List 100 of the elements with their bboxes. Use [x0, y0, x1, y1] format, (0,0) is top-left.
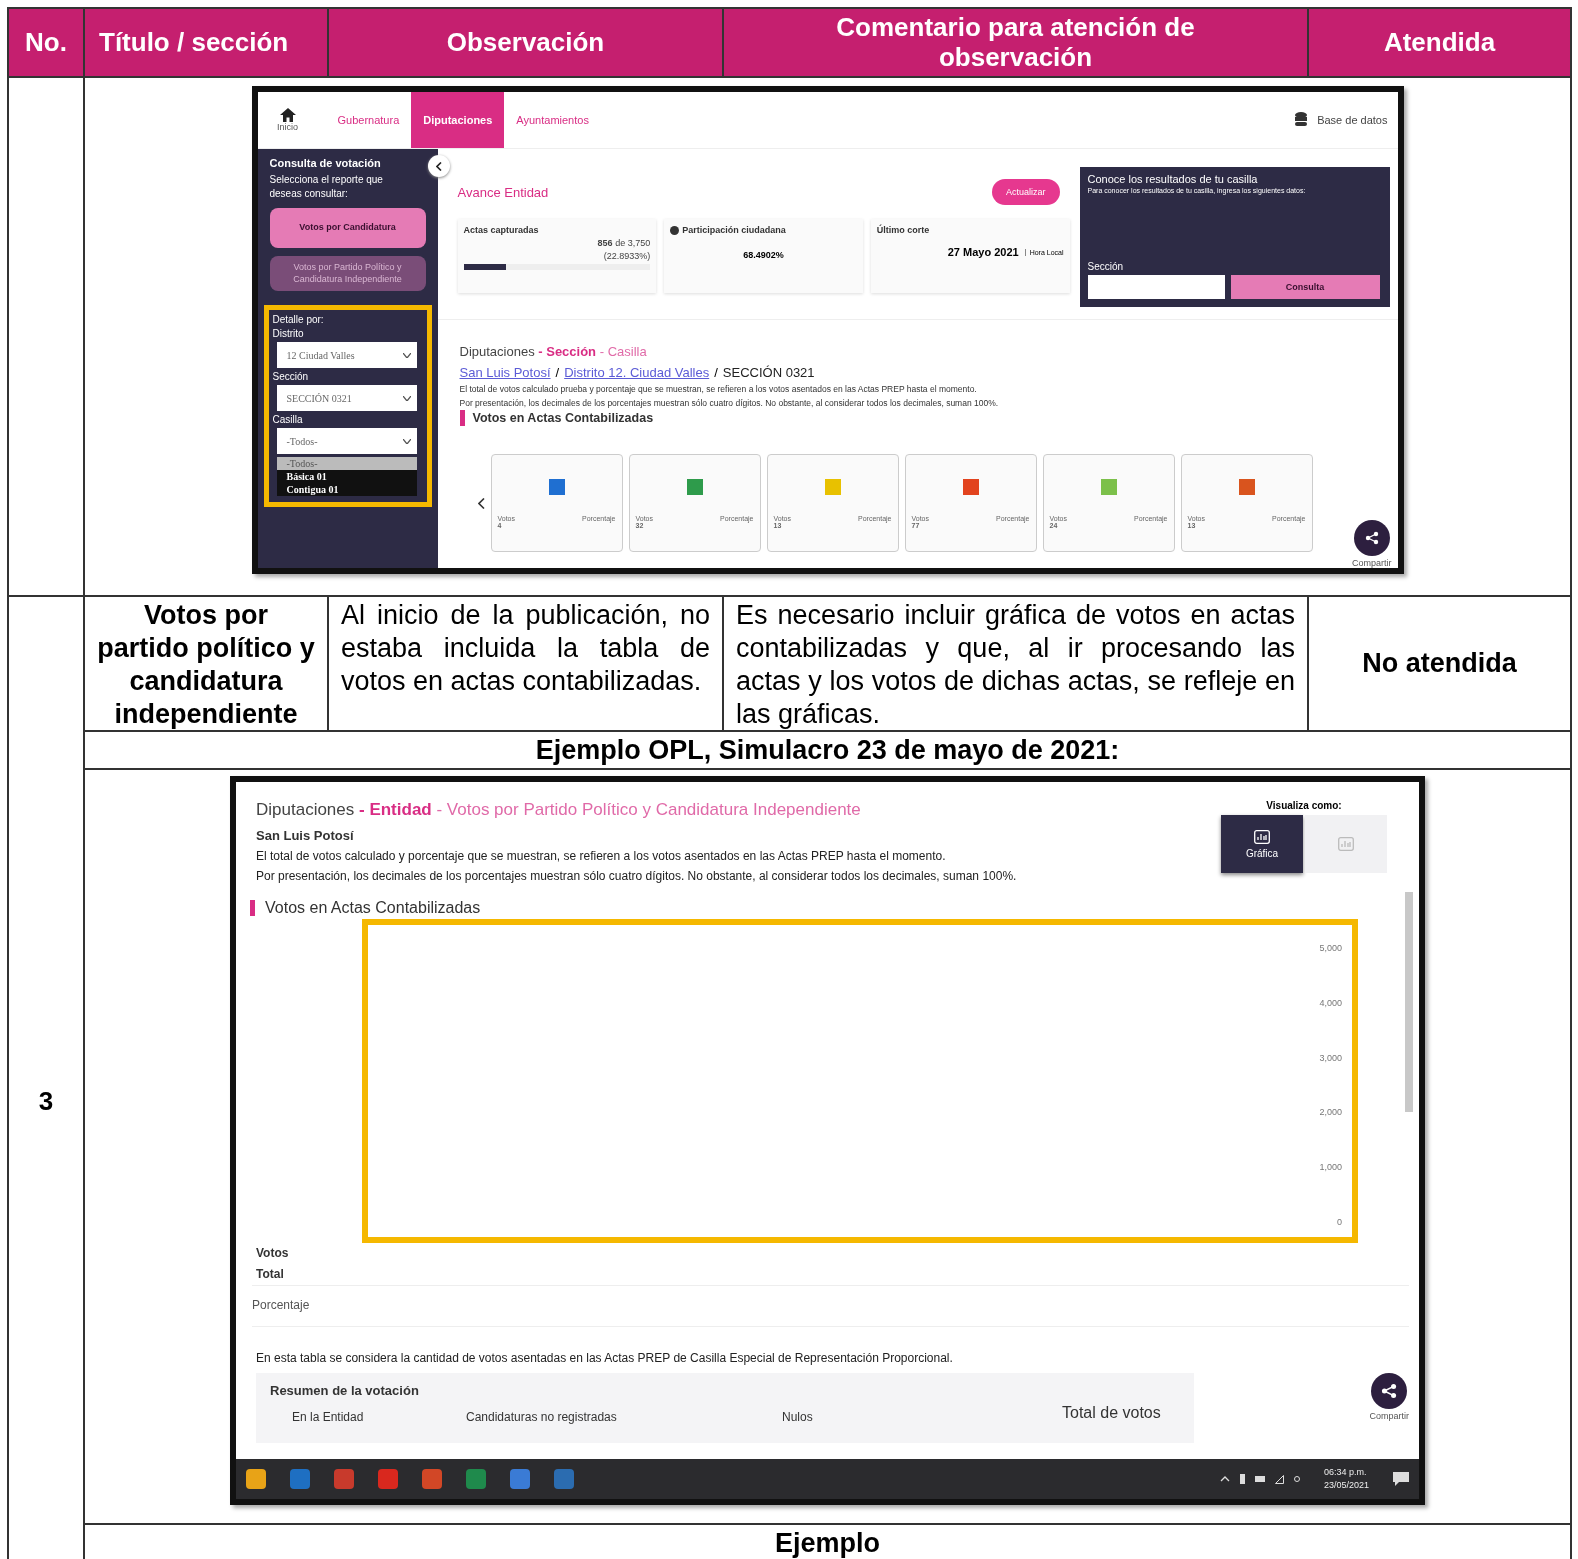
filter-label: Sección [272, 371, 310, 383]
example-caption: Ejemplo OPL, Simulacro 23 de mayo de 2021: [85, 732, 1570, 768]
stat-total: de 3,750 [615, 238, 651, 248]
axis-tick-label: 4,000 [1319, 997, 1342, 1008]
nav-tab[interactable]: Diputaciones [411, 92, 505, 148]
share-icon [1364, 531, 1379, 545]
stat-label: Actas capturadas [463, 225, 540, 235]
dropdown-option[interactable]: Básica 01 [276, 470, 417, 484]
report-button[interactable]: Votos por Candidatura [269, 208, 426, 248]
axis-tick-label: 3,000 [1319, 1052, 1342, 1063]
caret-up-icon[interactable] [1219, 1476, 1230, 1482]
note-text: Por presentación, los decimales de los porcentajes muestran sólo cuatro dígitos. No obstante, al considerar todos los decimales, suman 100%. [459, 398, 1000, 408]
view-toggle[interactable]: Gráfica [1221, 815, 1303, 873]
cut-date: 27 Mayo 2021 [947, 246, 1019, 258]
note-text: El total de votos calculado y porcentaje que se muestran, se refieren a los votos asentados en las Actas PREP hasta el momento. [256, 849, 947, 863]
axis-tick-label: 5,000 [1319, 943, 1342, 953]
section-heading: Votos en Actas Contabilizadas [265, 899, 481, 917]
summary-title: Resumen de la votación [270, 1383, 420, 1398]
taskbar-app-icon[interactable] [246, 1469, 266, 1489]
taskbar-app-icon[interactable] [466, 1469, 486, 1489]
axis-tick-label: 1,000 [1319, 1162, 1342, 1173]
example-caption: Ejemplo [85, 1525, 1570, 1559]
battery-icon[interactable] [1254, 1476, 1265, 1482]
chart-icon [1338, 837, 1354, 851]
row-label: Total [256, 1266, 285, 1283]
nav-tab[interactable]: Ayuntamientos [504, 92, 601, 148]
breadcrumb-separator: / [714, 365, 718, 380]
table-cell: No atendida [1309, 597, 1570, 730]
summary-column: En la Entidad [270, 1410, 466, 1424]
dropdown-option[interactable]: -Todos- [276, 457, 417, 471]
progress-title: Avance Entidad [457, 184, 549, 200]
summary-column: Nulos [782, 1410, 1062, 1424]
filter-select[interactable]: SECCIÓN 0321 [276, 385, 417, 412]
column-header: Atendida [1383, 27, 1496, 58]
table-cell: Votos por partido político y candidatura independiente [85, 597, 327, 730]
taskbar-app-icon[interactable] [554, 1469, 574, 1489]
chevron-down-icon [402, 438, 411, 444]
share-label: Compartir [1369, 1411, 1409, 1421]
row-number: 3 [9, 597, 83, 1559]
heading-marker [459, 410, 465, 426]
clock-date: 23/05/2021 [1323, 1479, 1369, 1492]
notification-icon[interactable] [1393, 1472, 1409, 1486]
breadcrumb-link[interactable]: Distrito 12. Ciudad Valles [564, 365, 710, 380]
lookup-title: Conoce los resultados de tu casilla [1087, 173, 1259, 185]
share-label: Compartir [1352, 558, 1392, 568]
heading-marker [250, 900, 255, 916]
note-text: Por presentación, los decimales de los porcentajes muestran sólo cuatro dígitos. No obstante, al considerar todos los decimales, suman 100%. [256, 869, 1017, 883]
filter-select[interactable]: 12 Ciudad Valles [276, 342, 417, 369]
nav-tab[interactable]: Gubernatura [325, 92, 412, 148]
detail-title: Detalle por: [272, 314, 325, 326]
column-header: No. [25, 27, 67, 58]
dropdown-option[interactable]: Contigua 01 [276, 483, 417, 497]
chevron-down-icon [402, 395, 411, 401]
report-button[interactable]: Votos por Partido Político y Candidatura Independiente [269, 256, 426, 292]
total-label: Total de votos [1062, 1404, 1161, 1422]
stat-percent: (22.8933%) [602, 251, 651, 261]
breadcrumb-current: SECCIÓN 0321 [722, 365, 815, 380]
chart-icon [1254, 829, 1270, 844]
column-header: Título / sección [99, 27, 289, 58]
clock-time: 06:34 p.m. [1323, 1466, 1368, 1479]
taskbar-app-icon[interactable] [510, 1469, 530, 1489]
database-link[interactable]: Base de datos [1317, 114, 1388, 126]
taskbar-app-icon[interactable] [334, 1469, 354, 1489]
filter-label: Casilla [272, 414, 304, 426]
filter-label: Distrito [272, 328, 305, 340]
chevron-left-icon[interactable] [477, 497, 485, 509]
stat-value: 856 [597, 238, 613, 248]
breadcrumb-separator: / [555, 365, 560, 380]
stat-label: Participación ciudadana [682, 225, 786, 235]
section-input[interactable] [1087, 275, 1225, 299]
place-name: San Luis Potosí [256, 828, 355, 843]
volume-icon[interactable] [1293, 1476, 1300, 1482]
footnote-text: En esta tabla se considera la cantidad de votos asentadas en las Actas PREP de Casilla Especial de Representación Proporcional. [256, 1351, 954, 1365]
axis-tick-label: 0 [1337, 1217, 1342, 1227]
sidebar-subtitle: Selecciona el reporte que deseas consultar: [268, 173, 384, 200]
breadcrumb-title: Diputaciones - Sección - Casilla [459, 344, 648, 359]
consult-button[interactable]: Consulta [1230, 275, 1380, 299]
stat-value: 68.4902% [742, 250, 785, 260]
share-button[interactable] [1371, 1373, 1408, 1409]
view-label: Visualiza como: [1266, 800, 1342, 811]
device-icon[interactable] [1239, 1474, 1245, 1484]
summary-column: Candidaturas no registradas [466, 1410, 782, 1424]
share-icon [1381, 1383, 1398, 1399]
home-label[interactable]: Inicio [277, 122, 298, 132]
info-icon [670, 225, 680, 235]
filter-select[interactable]: -Todos- [276, 428, 417, 455]
breadcrumb-link[interactable]: San Luis Potosí [459, 365, 551, 380]
view-toggle[interactable] [1305, 815, 1387, 873]
network-icon[interactable] [1274, 1474, 1284, 1484]
column-header: Observación [446, 27, 605, 58]
home-icon [279, 108, 296, 122]
scrollbar[interactable] [1405, 892, 1413, 1112]
chevron-down-icon [402, 352, 411, 358]
taskbar-app-icon[interactable] [290, 1469, 310, 1489]
taskbar-app-icon[interactable] [422, 1469, 442, 1489]
table-cell: Al inicio de la publicación, no estaba incluida la tabla de votos en actas contabilizadas. [329, 597, 722, 730]
share-button[interactable] [1353, 520, 1390, 556]
refresh-button[interactable]: Actualizar [992, 179, 1060, 205]
taskbar-app-icon[interactable] [378, 1469, 398, 1489]
table-cell: Es necesario incluir gráfica de votos en actas contabilizadas y que, al ir procesando las actas y los votos de dichas actas, se refleje en las gráficas. [724, 597, 1307, 730]
